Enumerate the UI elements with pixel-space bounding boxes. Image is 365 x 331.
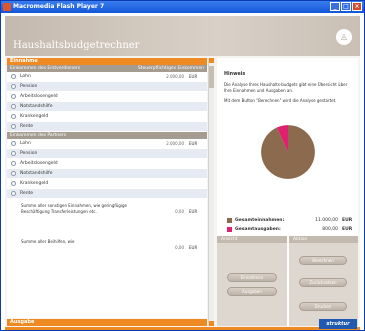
other-income-field[interactable]: 0,00 (144, 203, 184, 235)
radio-button[interactable] (11, 161, 16, 166)
radio-button[interactable] (11, 104, 16, 109)
hinweis-text-2: Mit dem Button "Berechnen" wird die Anal… (224, 98, 337, 103)
app-title: Haushaltsbudgetrechner (13, 40, 140, 51)
currency-label: EUR (189, 74, 198, 79)
income-type-label: Arbeitslosengeld (20, 161, 58, 166)
allowance-row: Summe aller Beihilfen, wie 0,00 EUR (7, 235, 207, 271)
radio-button[interactable] (11, 84, 16, 89)
income-type-label: Rente (20, 124, 34, 129)
allowance-field[interactable]: 0,00 (144, 239, 184, 271)
income-type-label: Krankengeld (20, 181, 49, 186)
legend-expense-value: 800,00 (322, 227, 338, 232)
struktur-logo: struktur (319, 319, 357, 329)
earner2-income-row: Rente (7, 189, 207, 199)
income-type-label: Krankengeld (20, 114, 49, 119)
aktion-panel: Aktion Berechnen Zurücksetzen Drucken (289, 236, 358, 326)
radio-button[interactable] (11, 191, 16, 196)
earner2-income-row: Lohn 2.000,00 EUR (7, 139, 207, 149)
earner1-income-row: Arbeitslosengeld (7, 92, 207, 102)
radio-button[interactable] (11, 74, 16, 79)
legend-expense-label: Gesamtausgaben: (235, 227, 281, 232)
earner1-income-row: Krankengeld (7, 112, 207, 122)
flash-app-icon (3, 3, 11, 11)
earner1-subheader: Einkommen des Erstverdieners Steuerpflic… (7, 65, 207, 72)
amount-field[interactable]: 2.000,00 (144, 74, 184, 79)
app-header: Haushaltsbudgetrechner ◬ (5, 16, 360, 56)
title-bar: Macromedia Flash Player 7 _ □ × (1, 1, 364, 13)
hinweis-title: Hinweis (224, 72, 246, 77)
earner1-label: Einkommen des Erstverdieners (10, 66, 81, 71)
earner2-income-row: Notstandshilfe (7, 169, 207, 179)
legend-income-label: Gesamteinnahmen: (235, 218, 285, 223)
einnahme-section-header[interactable]: Einnahme (7, 58, 207, 65)
aktion-header: Aktion (289, 236, 358, 243)
income-type-label: Rente (20, 191, 34, 196)
maximize-button[interactable]: □ (341, 2, 351, 11)
income-type-label: Lohn (20, 141, 31, 146)
currency-label: EUR (189, 141, 198, 146)
logo-icon: ◬ (336, 29, 352, 45)
earner1-income-row: Rente (7, 122, 207, 132)
earner1-rows: Lohn 2.000,00 EUR Pension Arbeitslosengeld No… (7, 72, 207, 132)
earner2-label: Einkommen des Partners (10, 133, 67, 138)
earner1-income-row: Pension (7, 82, 207, 92)
scroll-down-arrow[interactable] (209, 321, 214, 326)
drucken-button[interactable]: Drucken (299, 302, 347, 311)
scroll-thumb[interactable] (209, 66, 214, 88)
legend-income-currency: EUR (342, 218, 353, 223)
hinweis-text: Die Analyse Ihres Haushalts-budgets gibt… (224, 82, 348, 93)
close-button[interactable]: × (352, 2, 362, 11)
minimize-button[interactable]: _ (330, 2, 340, 11)
radio-button[interactable] (11, 181, 16, 186)
legend-expense: Gesamtausgaben: 800,00 EUR (227, 227, 352, 232)
radio-button[interactable] (11, 151, 16, 156)
allowance-currency: EUR (189, 245, 198, 250)
form-scrollbar[interactable] (208, 58, 214, 326)
budget-app: Haushaltsbudgetrechner ◬ Einnahme Einkom… (5, 16, 360, 330)
income-type-label: Pension (20, 84, 38, 89)
allowance-label: Summe aller Beihilfen, wie (21, 239, 75, 244)
income-form: Einnahme Einkommen des Erstverdieners St… (7, 58, 207, 318)
scroll-up-arrow[interactable] (209, 58, 214, 63)
radio-button[interactable] (11, 114, 16, 119)
earner2-income-row: Krankengeld (7, 179, 207, 189)
earner2-subheader: Einkommen des Partners (7, 132, 207, 139)
radio-button[interactable] (11, 94, 16, 99)
income-type-label: Notstandshilfe (20, 171, 53, 176)
ansicht-header: Ansicht (217, 236, 287, 243)
income-type-label: Notstandshilfe (20, 104, 53, 109)
other-income-currency: EUR (189, 209, 198, 214)
income-type-label: Lohn (20, 74, 31, 79)
budget-pie-chart (261, 125, 315, 179)
legend-expense-currency: EUR (342, 227, 353, 232)
earner1-income-row: Notstandshilfe (7, 102, 207, 112)
ausgabe-section-header[interactable]: Ausgabe (7, 319, 207, 326)
einnahmen-button[interactable]: Einnahmen (227, 273, 277, 282)
ansicht-panel: Ansicht Einnahmen Ausgaben (217, 236, 287, 326)
legend-income: Gesamteinnahmen: 11.000,00 EUR (227, 218, 352, 223)
amount-field[interactable]: 2.000,00 (144, 141, 184, 146)
berechnen-button[interactable]: Berechnen (299, 256, 347, 265)
income-type-label: Pension (20, 151, 38, 156)
earner2-rows: Lohn 2.000,00 EUR Pension Arbeitslosengeld No… (7, 139, 207, 199)
taxable-label: Steuerpflichtiges Einkommen (137, 66, 204, 71)
earner1-income-row: Lohn 2.000,00 EUR (7, 72, 207, 82)
legend-income-swatch (227, 218, 232, 223)
earner2-income-row: Pension (7, 149, 207, 159)
radio-button[interactable] (11, 171, 16, 176)
radio-button[interactable] (11, 141, 16, 146)
analysis-panel: Hinweis Die Analyse Ihres Haushalts-budg… (217, 58, 358, 326)
window-title: Macromedia Flash Player 7 (13, 3, 105, 10)
legend-income-value: 11.000,00 (315, 218, 338, 223)
reset-button[interactable]: Zurücksetzen (299, 278, 347, 287)
other-income-label: Summe aller sonstigen Einnahmen, wie ger… (21, 203, 127, 214)
ausgaben-button[interactable]: Ausgaben (227, 287, 277, 296)
bottom-accent-bar (5, 327, 360, 330)
flash-player-window: Macromedia Flash Player 7 _ □ × Haushalt… (0, 0, 365, 331)
legend-expense-swatch (227, 227, 232, 232)
earner2-income-row: Arbeitslosengeld (7, 159, 207, 169)
other-income-row: Summe aller sonstigen Einnahmen, wie ger… (7, 199, 207, 235)
radio-button[interactable] (11, 124, 16, 129)
income-type-label: Arbeitslosengeld (20, 94, 58, 99)
